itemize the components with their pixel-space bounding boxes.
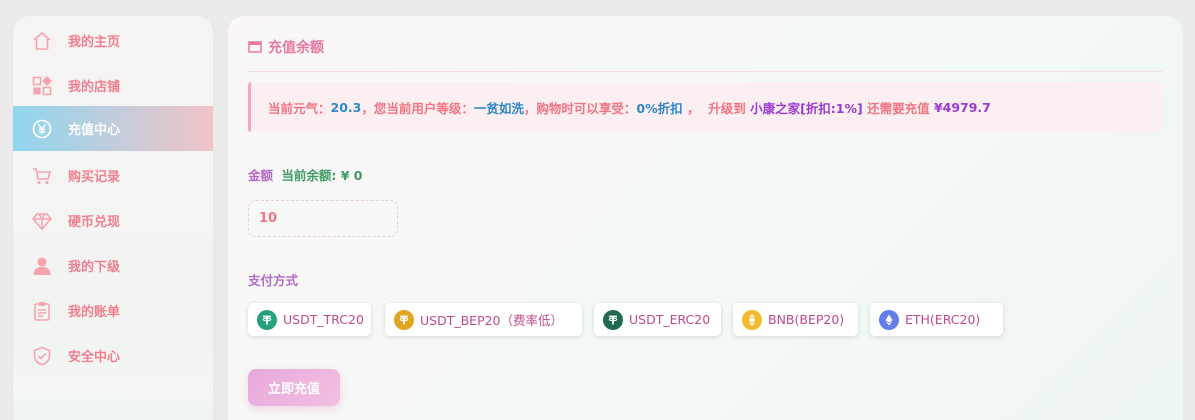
card-title: 充值余额 [248,37,324,57]
next-level-value: 小康之家[折扣:1%] [750,100,863,116]
sidebar-item-label: 我的下级 [68,260,121,275]
payment-method-label: 支付方式 [248,273,299,288]
pay-usdt-trc20-button[interactable]: USDT_TRC20 [248,303,371,336]
amount-input[interactable] [248,200,398,237]
current-balance: 当前余额: ¥ 0 [281,168,363,183]
discount-value: 0%折扣 [636,100,683,116]
sidebar-item-home[interactable]: 我的主页 [13,18,213,63]
sidebar-item-label: 我的主页 [68,35,121,50]
tether-icon [257,309,277,330]
pay-usdt-erc20-button[interactable]: USDT_ERC20 [594,303,721,336]
amount-label-text: 金额 [248,168,274,183]
notice-text: ， 升级到 [682,100,751,116]
tether-bsc-icon [394,309,414,330]
cart-icon [31,165,53,187]
notice-text: ，购物时可以享受： [523,100,637,116]
sidebar: 我的主页 我的店铺 充值中心 购买记录 硬币兑现 我的下级 我的账单 安全中心 [13,16,213,420]
bnb-icon [742,309,762,330]
recharge-panel: 充值余额 当前元气： 20.3 ，您当前用户等级： 一贫如洗 ，购物时可以享受：… [228,16,1183,420]
energy-value: 20.3 [330,99,362,115]
pay-method-label: USDT_BEP20（费率低） [420,313,564,328]
notice-text: 还需要充值 [862,100,934,116]
sidebar-item-shop[interactable]: 我的店铺 [13,63,213,108]
sidebar-item-recharge[interactable]: 充值中心 [13,106,213,151]
sidebar-item-bills[interactable]: 我的账单 [13,288,213,333]
sidebar-item-label: 我的账单 [68,305,121,320]
sidebar-item-label: 硬币兑现 [68,215,121,230]
level-notice: 当前元气： 20.3 ，您当前用户等级： 一贫如洗 ，购物时可以享受： 0%折扣… [248,82,1163,132]
sidebar-item-label: 安全中心 [68,350,121,365]
required-amount: ¥4979.7 [933,99,991,115]
sidebar-item-label: 我的店铺 [68,80,121,95]
notice-text: ，您当前用户等级： [361,100,474,116]
window-icon [248,41,262,53]
amount-label: 金额 当前余额: ¥ 0 [248,165,362,184]
pay-eth-button[interactable]: ETH(ERC20) [870,303,1003,336]
pay-method-label: BNB(BEP20) [768,312,845,327]
sidebar-item-subordinates[interactable]: 我的下级 [13,243,213,288]
shield-icon [31,345,53,367]
sidebar-item-label: 充值中心 [68,123,121,138]
level-value: 一贫如洗 [473,100,524,116]
pay-method-label: ETH(ERC20) [905,312,981,327]
user-icon [31,255,53,277]
sidebar-item-orders[interactable]: 购买记录 [13,153,213,198]
diamond-icon [31,210,53,232]
home-icon [31,30,53,52]
eth-icon [879,309,899,330]
yen-icon [31,118,53,140]
card-title-text: 充值余额 [268,40,324,56]
pay-method-label: USDT_TRC20 [283,312,364,327]
pay-bnb-button[interactable]: BNB(BEP20) [733,303,858,336]
recharge-submit-button[interactable]: 立即充值 [248,369,340,406]
clipboard-icon [31,300,53,322]
pay-method-label: USDT_ERC20 [629,312,711,327]
sidebar-item-security[interactable]: 安全中心 [13,333,213,378]
sidebar-item-label: 购买记录 [68,170,121,185]
sidebar-item-withdraw[interactable]: 硬币兑现 [13,198,213,243]
notice-text: 当前元气： [268,100,331,116]
divider [248,71,1163,72]
apps-icon [31,75,53,97]
pay-usdt-bep20-button[interactable]: USDT_BEP20（费率低） [385,303,582,336]
tether-erc-icon [603,309,623,330]
